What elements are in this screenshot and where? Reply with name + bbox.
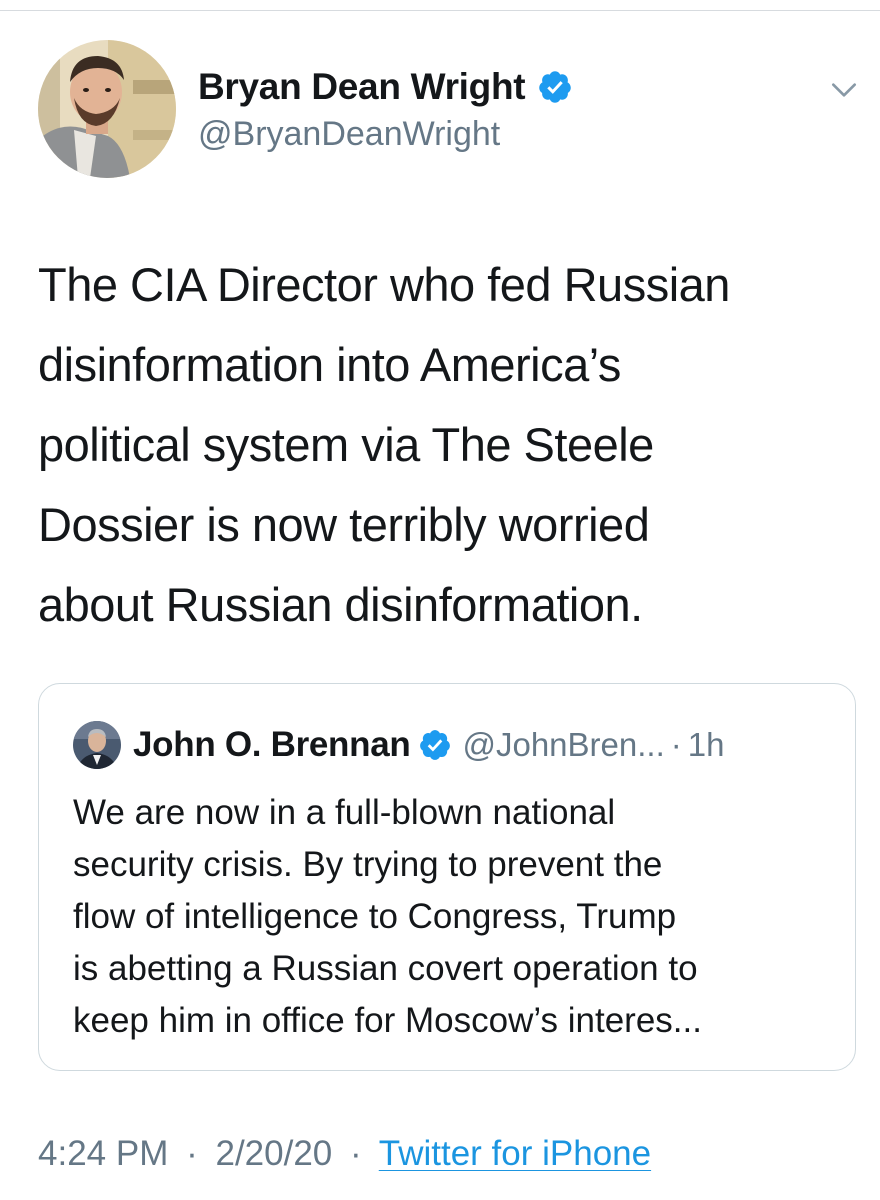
quoted-separator: · — [670, 726, 682, 763]
tweet-date[interactable]: 2/20/20 — [215, 1134, 332, 1173]
quoted-verified-badge-icon — [420, 730, 451, 760]
author-avatar-image — [38, 40, 176, 178]
verified-badge-icon — [539, 71, 572, 103]
chevron-down-icon[interactable] — [828, 74, 860, 106]
quoted-tweet-header: John O. Brennan @JohnBren... · 1h — [73, 720, 724, 770]
author-name[interactable]: Bryan Dean Wright — [198, 66, 526, 108]
quoted-time[interactable]: 1h — [688, 726, 725, 764]
quoted-tweet-card[interactable]: John O. Brennan @JohnBren... · 1h We are… — [38, 683, 856, 1071]
tweet-text: The CIA Director who fed Russian disinfo… — [38, 258, 730, 631]
tweet-meta: 4:24 PM · 2/20/20 · Twitter for iPhone — [38, 1134, 651, 1174]
tweet-timestamp[interactable]: 4:24 PM — [38, 1134, 168, 1173]
author-name-row[interactable]: Bryan Dean Wright — [198, 62, 573, 112]
quoted-author-avatar-image — [73, 721, 121, 769]
quoted-author-handle[interactable]: @JohnBren... — [462, 726, 664, 764]
meta-separator-2: · — [350, 1134, 362, 1173]
quoted-author-avatar — [73, 721, 121, 769]
meta-separator: · — [186, 1134, 198, 1173]
tweet-source-link[interactable]: Twitter for iPhone — [379, 1134, 651, 1173]
author-avatar[interactable] — [38, 40, 176, 178]
quoted-tweet-text: We are now in a full-blown national secu… — [73, 793, 702, 1040]
top-divider — [0, 10, 880, 11]
quoted-author-name[interactable]: John O. Brennan — [133, 725, 411, 765]
author-handle[interactable]: @BryanDeanWright — [198, 115, 500, 154]
